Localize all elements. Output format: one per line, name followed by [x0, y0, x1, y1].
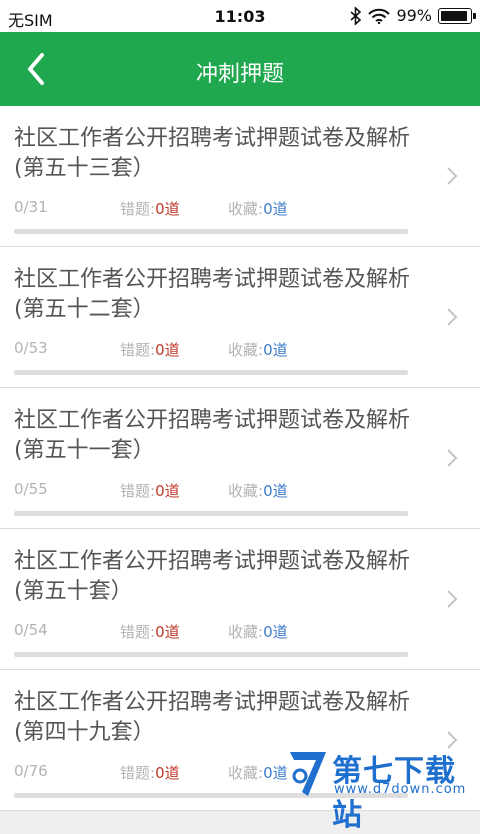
- favorite-label: 收藏:: [228, 200, 264, 218]
- wrong-value: 0道: [155, 482, 180, 500]
- favorite-value: 0道: [263, 764, 288, 782]
- favorite-label: 收藏:: [228, 341, 264, 359]
- battery-percent: 99%: [396, 6, 432, 25]
- bluetooth-icon: [350, 6, 362, 25]
- favorite-count: 收藏:0道: [228, 480, 288, 501]
- wrong-count: 错题:0道: [120, 762, 180, 783]
- exam-title: 社区工作者公开招聘考试押题试卷及解析(第五十二套）: [14, 267, 411, 322]
- wrong-value: 0道: [155, 200, 180, 218]
- nav-bar: 冲刺押题: [0, 32, 480, 106]
- exam-item[interactable]: 社区工作者公开招聘考试押题试卷及解析(第五十三套） 0/31 错题:0道 收藏:0道: [0, 106, 480, 247]
- progress-bar: [14, 652, 408, 657]
- exam-item[interactable]: 社区工作者公开招聘考试押题试卷及解析(第五十套） 0/54 错题:0道 收藏:0道: [0, 529, 480, 670]
- wifi-icon: [368, 8, 391, 24]
- wrong-label: 错题:: [120, 482, 156, 500]
- status-bar: 无SIM 11:03 99%: [0, 0, 480, 32]
- favorite-count: 收藏:0道: [228, 339, 288, 360]
- watermark-url: www.d7down.com: [334, 782, 467, 797]
- favorite-count: 收藏:0道: [228, 621, 288, 642]
- wrong-count: 错题:0道: [120, 621, 180, 642]
- question-count: 0/76: [14, 762, 48, 780]
- progress-bar: [14, 229, 408, 234]
- chevron-right-icon: [447, 590, 458, 608]
- watermark-logo: [290, 752, 326, 796]
- chevron-right-icon: [447, 308, 458, 326]
- wrong-count: 错题:0道: [120, 480, 180, 501]
- wrong-label: 错题:: [120, 341, 156, 359]
- exam-item[interactable]: 社区工作者公开招聘考试押题试卷及解析(第五十二套） 0/53 错题:0道 收藏:0道: [0, 247, 480, 388]
- progress-bar: [14, 511, 408, 516]
- favorite-count: 收藏:0道: [228, 762, 288, 783]
- battery-fill: [441, 10, 467, 21]
- chevron-right-icon: [447, 449, 458, 467]
- chevron-right-icon: [447, 167, 458, 185]
- status-icons: 99%: [350, 6, 476, 25]
- wrong-label: 错题:: [120, 200, 156, 218]
- favorite-label: 收藏:: [228, 482, 264, 500]
- wrong-value: 0道: [155, 341, 180, 359]
- wrong-value: 0道: [155, 764, 180, 782]
- exam-item[interactable]: 社区工作者公开招聘考试押题试卷及解析(第五十一套） 0/55 错题:0道 收藏:0道: [0, 388, 480, 529]
- watermark: 第七下载站 www.d7down.com: [286, 748, 480, 833]
- question-count: 0/31: [14, 198, 48, 216]
- exam-list: 社区工作者公开招聘考试押题试卷及解析(第五十三套） 0/31 错题:0道 收藏:0道社…: [0, 106, 480, 811]
- favorite-value: 0道: [263, 482, 288, 500]
- exam-title: 社区工作者公开招聘考试押题试卷及解析(第五十套）: [14, 549, 411, 604]
- wrong-label: 错题:: [120, 764, 156, 782]
- question-count: 0/54: [14, 621, 48, 639]
- page-title: 冲刺押题: [195, 62, 284, 87]
- battery-icon: [438, 7, 476, 24]
- favorite-label: 收藏:: [228, 764, 264, 782]
- favorite-value: 0道: [263, 200, 288, 218]
- exam-title: 社区工作者公开招聘考试押题试卷及解析(第五十三套）: [14, 126, 411, 181]
- wrong-label: 错题:: [120, 623, 156, 641]
- exam-title: 社区工作者公开招聘考试押题试卷及解析(第四十九套）: [14, 690, 411, 745]
- favorite-value: 0道: [263, 623, 288, 641]
- progress-bar: [14, 370, 408, 375]
- wrong-value: 0道: [155, 623, 180, 641]
- question-count: 0/53: [14, 339, 48, 357]
- wrong-count: 错题:0道: [120, 198, 180, 219]
- favorite-count: 收藏:0道: [228, 198, 288, 219]
- favorite-label: 收藏:: [228, 623, 264, 641]
- question-count: 0/55: [14, 480, 48, 498]
- favorite-value: 0道: [263, 341, 288, 359]
- exam-title: 社区工作者公开招聘考试押题试卷及解析(第五十一套）: [14, 408, 411, 463]
- wrong-count: 错题:0道: [120, 339, 180, 360]
